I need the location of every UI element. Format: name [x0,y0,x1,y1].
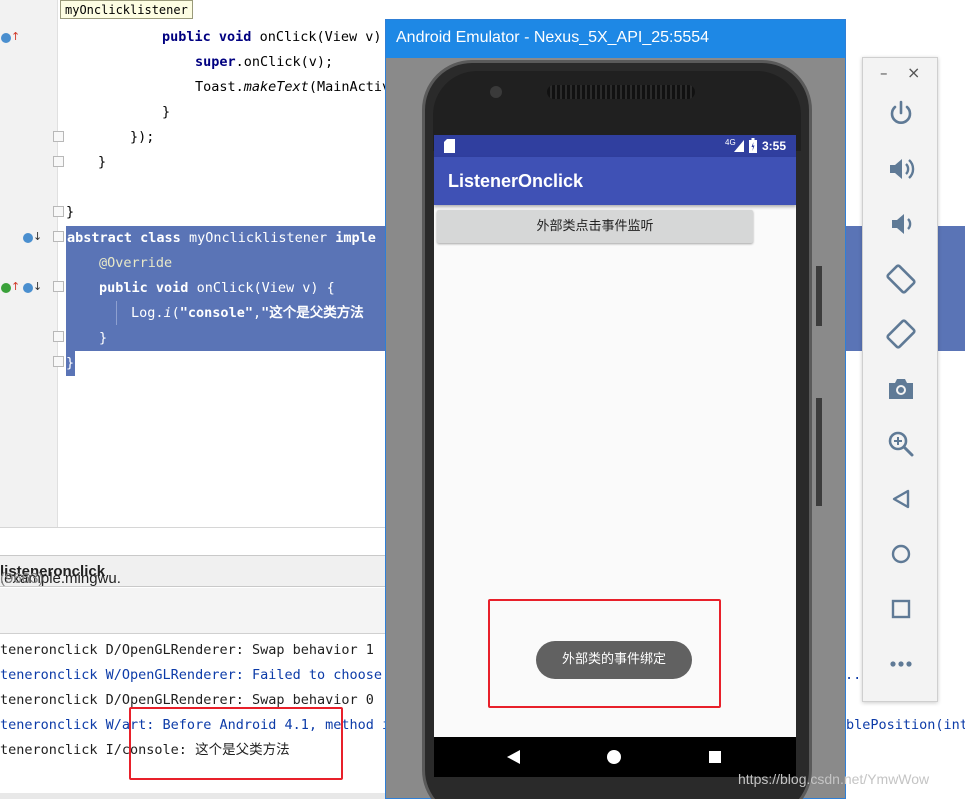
log-overflow-text: .. [845,667,862,683]
logcat-process-label[interactable]: .example.mingwu. listeneronclick (9663) [0,563,121,587]
home-icon[interactable] [883,536,919,572]
code-line-2[interactable]: super.onClick(v); [195,50,333,75]
fold-marker[interactable] [53,156,64,167]
logcat-toolbar [0,588,385,634]
implemented-marker-icon-2[interactable] [23,283,33,293]
sd-card-icon [444,139,455,153]
editor-gutter: ↑ ↓ ↑ ↓ [0,0,64,527]
implemented-marker-icon[interactable] [23,233,33,243]
emulator-controls-panel: – × [862,57,938,702]
nav-back-icon[interactable] [507,750,520,764]
code-line-8[interactable]: abstract class myOnclicklistener imple [67,226,376,251]
fold-marker[interactable] [53,131,64,142]
fold-marker[interactable] [53,356,64,367]
code-line-9[interactable]: @Override [99,251,172,276]
log-line-1[interactable]: teneronclick D/OpenGLRenderer: Swap beha… [0,638,374,663]
back-icon[interactable] [883,481,919,517]
down-arrow-icon: ↓ [33,230,43,243]
selection-highlight-right [846,226,863,351]
code-line-6[interactable]: } [98,150,106,175]
outer-class-click-button[interactable]: 外部类点击事件监听 [437,210,753,243]
emulator-title-bar[interactable]: Android Emulator - Nexus_5X_API_25:5554 [386,20,845,58]
code-line-13[interactable]: } [66,351,74,376]
log-tail-text: blePosition(int [846,717,965,733]
code-line-11[interactable]: Log.i("console","这个是父类方法 [131,301,364,326]
front-camera-icon [490,86,502,98]
code-line-1[interactable]: public void onClick(View v) [162,25,381,50]
editor-bottom-strip [0,527,385,555]
app-bar: ListenerOnclick [434,157,796,205]
status-bar: 4G 3:55 [434,135,796,157]
selection-highlight-right-2 [938,226,965,351]
zoom-icon[interactable] [883,426,919,462]
close-button[interactable]: × [907,63,920,82]
code-line-5[interactable]: }); [130,125,154,150]
up-arrow-icon-2: ↑ [11,280,21,293]
override-marker-icon[interactable] [1,33,11,43]
more-icon[interactable] [883,646,919,682]
log-line-2[interactable]: teneronclick W/OpenGLRenderer: Failed to… [0,663,398,688]
rotate-right-icon[interactable] [883,316,919,352]
phone-volume-key [816,398,822,506]
app-title: ListenerOnclick [448,171,584,191]
overview-icon[interactable] [883,591,919,627]
speaker-grille [547,85,695,99]
camera-icon[interactable] [883,371,919,407]
class-name-tooltip: myOnclicklistener [60,0,193,19]
fold-marker[interactable] [53,206,64,217]
console-output-highlight [129,707,343,780]
nav-overview-icon[interactable] [709,751,721,763]
phone-power-key [816,266,822,326]
fold-marker[interactable] [53,231,64,242]
signal-icon [734,140,744,152]
minimize-button[interactable]: – [880,64,888,82]
rotate-left-icon[interactable] [883,261,919,297]
code-line-7[interactable]: } [66,200,74,225]
battery-icon [749,138,757,153]
status-time: 3:55 [762,139,787,153]
toast-highlight [488,599,721,708]
nav-home-icon[interactable] [607,750,621,764]
up-arrow-icon: ↑ [11,30,21,43]
indent-guide [116,301,117,325]
volume-up-icon[interactable] [883,151,919,187]
code-line-12[interactable]: } [99,326,107,351]
code-line-10[interactable]: public void onClick(View v) { [99,276,335,301]
emulator-title: Android Emulator - Nexus_5X_API_25:5554 [396,29,710,46]
power-icon[interactable] [883,96,919,132]
down-arrow-icon-2: ↓ [33,280,43,293]
logcat-process-bar[interactable]: .example.mingwu. listeneronclick (9663) [0,555,385,587]
interface-marker-icon[interactable] [1,283,11,293]
log-scroll-strip [0,793,385,799]
code-line-4[interactable]: } [162,100,170,125]
fold-marker[interactable] [53,281,64,292]
code-line-3[interactable]: Toast.makeText(MainActiv [195,75,390,100]
watermark: https://blog.csdn.net/YmwWow [738,771,930,787]
fold-marker[interactable] [53,331,64,342]
volume-down-icon[interactable] [883,206,919,242]
